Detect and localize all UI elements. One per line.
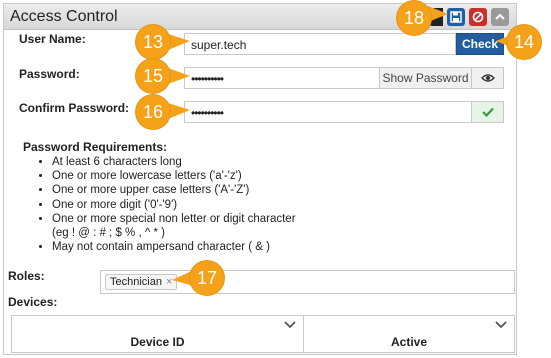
requirement-item: At least 6 characters long bbox=[52, 155, 312, 169]
chevron-down-icon[interactable] bbox=[283, 320, 297, 330]
role-tag-label: Technician bbox=[110, 276, 162, 288]
callout-13: 13 bbox=[136, 25, 170, 59]
column-header-label: Device ID bbox=[130, 335, 185, 349]
requirement-item: One or more upper case letters ('A'-'Z') bbox=[52, 183, 312, 197]
role-tag-technician: Technician × bbox=[105, 274, 178, 290]
requirement-item: One or more digit ('0'-'9') bbox=[52, 198, 312, 212]
password-requirements-list: At least 6 characters long One or more l… bbox=[36, 155, 312, 254]
column-header-device-id[interactable]: Device ID bbox=[11, 315, 304, 353]
header-extra-button[interactable] bbox=[429, 8, 443, 26]
callout-18: 18 bbox=[397, 1, 431, 35]
show-password-eye-button[interactable] bbox=[471, 67, 504, 89]
collapse-button[interactable] bbox=[491, 8, 509, 26]
devices-label: Devices: bbox=[8, 295, 58, 309]
callout-17: 17 bbox=[190, 261, 224, 295]
devices-table: Device ID Active bbox=[11, 315, 515, 353]
password-match-indicator bbox=[471, 101, 504, 123]
password-input[interactable]: •••••••••• bbox=[184, 67, 380, 89]
username-label: User Name: bbox=[19, 32, 86, 46]
remove-role-icon[interactable]: × bbox=[166, 276, 172, 288]
roles-select[interactable]: Technician × bbox=[100, 270, 515, 294]
password-requirements-title: Password Requirements: bbox=[23, 140, 168, 154]
save-icon bbox=[450, 11, 462, 23]
column-header-label: Active bbox=[390, 335, 428, 349]
requirement-item: One or more lowercase letters ('a'-'z') bbox=[52, 169, 312, 183]
callout-16: 16 bbox=[136, 95, 170, 129]
panel-title: Access Control bbox=[10, 8, 118, 25]
callout-14: 14 bbox=[507, 25, 541, 59]
show-password-button[interactable]: Show Password bbox=[379, 67, 472, 89]
save-button[interactable] bbox=[447, 8, 465, 26]
panel-header: Access Control bbox=[4, 4, 516, 30]
cancel-icon bbox=[472, 11, 484, 23]
chevron-up-icon bbox=[495, 13, 505, 20]
requirement-item: One or more special non letter or digit … bbox=[52, 212, 312, 240]
cancel-button[interactable] bbox=[469, 8, 487, 26]
confirm-password-label: Confirm Password: bbox=[19, 101, 130, 115]
username-input[interactable]: super.tech bbox=[184, 33, 456, 55]
callout-15: 15 bbox=[136, 59, 170, 93]
access-control-panel: Access Control User Name: super.tech Che… bbox=[3, 3, 517, 355]
column-header-active[interactable]: Active bbox=[303, 315, 515, 353]
requirement-item: May not contain ampersand character ( & … bbox=[52, 240, 312, 254]
check-button[interactable]: Check bbox=[456, 33, 504, 55]
confirm-password-input[interactable]: •••••••••• bbox=[184, 101, 472, 123]
roles-label: Roles: bbox=[8, 269, 45, 283]
password-label: Password: bbox=[19, 67, 80, 81]
checkmark-icon bbox=[481, 107, 494, 117]
chevron-down-icon[interactable] bbox=[494, 320, 508, 330]
eye-icon bbox=[480, 74, 495, 82]
